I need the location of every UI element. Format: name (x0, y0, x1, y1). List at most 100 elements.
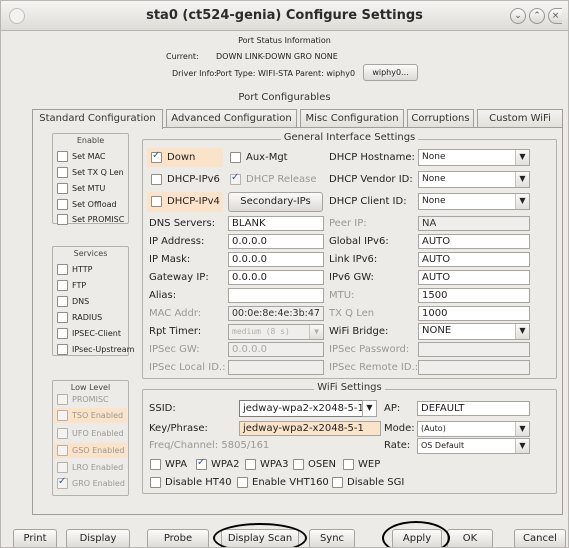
tso-enabled-checkbox[interactable] (57, 410, 68, 421)
ipsec-password-input[interactable] (418, 342, 530, 357)
wifi-bridge-value: NONE (422, 325, 452, 336)
dns-checkbox[interactable] (57, 296, 68, 307)
maximize-icon[interactable]: ⌃ (529, 8, 545, 24)
mode-select[interactable]: (Auto) ▼ (417, 421, 530, 437)
rate-label: Rate: (384, 440, 411, 451)
minimize-icon[interactable]: ⌄ (510, 8, 526, 24)
dhcp-client-id-select[interactable]: None ▼ (418, 193, 530, 210)
ipsec-local-id-input[interactable] (228, 360, 324, 375)
set-promisc-checkbox[interactable] (57, 214, 68, 225)
ipsec-password-label: IPSec Password: (329, 344, 410, 355)
global-ipv6-input[interactable]: AUTO (418, 234, 530, 249)
ipsec-remote-id-input[interactable] (418, 360, 530, 375)
wpa3-checkbox[interactable] (245, 459, 256, 470)
set-tx-q-len-checkbox[interactable] (57, 167, 68, 178)
close-icon[interactable]: × (548, 8, 562, 24)
ip-address-input[interactable]: 0.0.0.0 (228, 234, 324, 249)
sync-button[interactable]: Sync (309, 529, 355, 547)
configure-settings-window: sta0 (ct524-genia) Configure Settings ⌄ … (0, 0, 569, 548)
gso-enabled-checkbox[interactable] (57, 445, 68, 456)
title-bar[interactable]: sta0 (ct524-genia) Configure Settings ⌄ … (1, 1, 568, 31)
disable-ht40-checkbox[interactable] (150, 477, 161, 488)
http-label: HTTP (72, 265, 93, 274)
ssid-dropdown[interactable]: ▼ (362, 400, 377, 417)
ip-mask-input[interactable]: 0.0.0.0 (228, 252, 324, 267)
aux-mgt-label: Aux-Mgt (246, 152, 288, 163)
promisc-checkbox[interactable] (57, 394, 68, 405)
mac-addr-input[interactable]: 00:0e:8e:4e:3b:47 (228, 306, 324, 321)
peer-ip-input[interactable]: NA (418, 216, 530, 231)
http-checkbox[interactable] (57, 264, 68, 275)
ipv6-gw-input[interactable]: AUTO (418, 270, 530, 285)
key-phrase-input[interactable]: jedway-wpa2-x2048-5-1 (239, 421, 381, 436)
tab-standard-configuration[interactable]: Standard Configuration (32, 109, 163, 129)
probe-button[interactable]: Probe (147, 529, 209, 547)
mode-label: Mode: (384, 423, 415, 434)
set-offload-checkbox[interactable] (57, 199, 68, 210)
gro-enabled-checkbox[interactable] (57, 476, 68, 489)
wpa2-label: WPA2 (211, 459, 240, 470)
dhcp-vendor-id-value: None (422, 174, 446, 184)
display-button[interactable]: Display (66, 529, 130, 547)
wep-checkbox[interactable] (343, 459, 354, 470)
link-ipv6-input[interactable]: AUTO (418, 252, 530, 267)
tab-corruptions[interactable]: Corruptions (407, 109, 474, 128)
down-checkbox[interactable] (151, 150, 162, 163)
rpt-timer-select[interactable]: medium (8 s) ▼ (228, 324, 324, 340)
key-phrase-label: Key/Phrase: (149, 423, 208, 434)
disable-ht40-label: Disable HT40 (165, 477, 232, 488)
ftp-checkbox[interactable] (57, 280, 68, 291)
ipsec-client-label: IPSEC-Client (72, 329, 121, 338)
ipsec-remote-id-label: IPSec Remote ID.: (329, 362, 419, 373)
dhcp-release-label: DHCP Release (246, 174, 317, 185)
wifi-bridge-select[interactable]: NONE ▼ (418, 323, 530, 340)
gateway-ip-input[interactable]: 0.0.0.0 (228, 270, 324, 285)
print-button[interactable]: Print (13, 529, 57, 547)
dns-label: DNS (72, 297, 90, 306)
alias-input[interactable] (228, 288, 324, 303)
wpa2-checkbox[interactable] (196, 457, 207, 470)
ipsec-gw-label: IPSec GW: (149, 344, 200, 355)
ipsec-gw-input[interactable]: 0.0.0.0 (228, 342, 324, 357)
wpa-checkbox[interactable] (150, 459, 161, 470)
cancel-button[interactable]: Cancel (514, 529, 566, 547)
ipsec-client-checkbox[interactable] (57, 328, 68, 339)
ufo-enabled-checkbox[interactable] (57, 428, 68, 439)
radius-checkbox[interactable] (57, 312, 68, 323)
ap-input[interactable]: DEFAULT (417, 401, 530, 416)
ssid-input[interactable]: jedway-wpa2-x2048-5-1 (239, 400, 363, 417)
ok-button[interactable]: OK (447, 529, 493, 547)
dhcp-ipv6-checkbox[interactable] (151, 174, 162, 185)
dhcp-hostname-value: None (422, 152, 446, 162)
dhcp-release-checkbox[interactable] (230, 172, 241, 185)
wiphy0-button[interactable]: wiphy0... (363, 64, 418, 81)
dns-servers-input[interactable]: BLANK (228, 216, 324, 231)
dhcp-hostname-select[interactable]: None ▼ (418, 149, 530, 166)
tab-misc-configuration[interactable]: Misc Configuration (300, 109, 404, 128)
dhcp-client-id-label: DHCP Client ID: (329, 196, 407, 207)
tab-custom-wifi[interactable]: Custom WiFi (477, 109, 563, 128)
set-mtu-checkbox[interactable] (57, 183, 68, 194)
tab-advanced-configuration[interactable]: Advanced Configuration (166, 109, 297, 128)
dhcp-client-id-value: None (422, 196, 446, 206)
dhcp-vendor-id-label: DHCP Vendor ID: (329, 174, 413, 185)
mtu-input[interactable]: 1500 (418, 288, 530, 303)
set-mac-checkbox[interactable] (57, 151, 68, 162)
rate-select[interactable]: OS Default ▼ (417, 438, 530, 454)
lro-enabled-label: LRO Enabled (72, 463, 124, 472)
display-scan-highlight-circle (213, 523, 307, 547)
enable-group: Enable (52, 133, 129, 224)
secondary-ips-button[interactable]: Secondary-IPs (228, 192, 323, 212)
osen-checkbox[interactable] (293, 459, 304, 470)
enable-vht160-checkbox[interactable] (237, 477, 248, 488)
aux-mgt-checkbox[interactable] (230, 152, 241, 163)
dhcp-ipv4-checkbox[interactable] (151, 196, 162, 207)
lro-enabled-checkbox[interactable] (57, 462, 68, 473)
disable-sgi-checkbox[interactable] (332, 477, 343, 488)
tx-q-len-input[interactable]: 1000 (418, 306, 530, 321)
ipsec-upstream-checkbox[interactable] (57, 344, 68, 355)
general-settings-title-text: General Interface Settings (280, 132, 419, 143)
dhcp-vendor-id-select[interactable]: None ▼ (418, 171, 530, 188)
chevron-down-icon: ▼ (515, 439, 529, 453)
ip-address-label: IP Address: (149, 236, 205, 247)
